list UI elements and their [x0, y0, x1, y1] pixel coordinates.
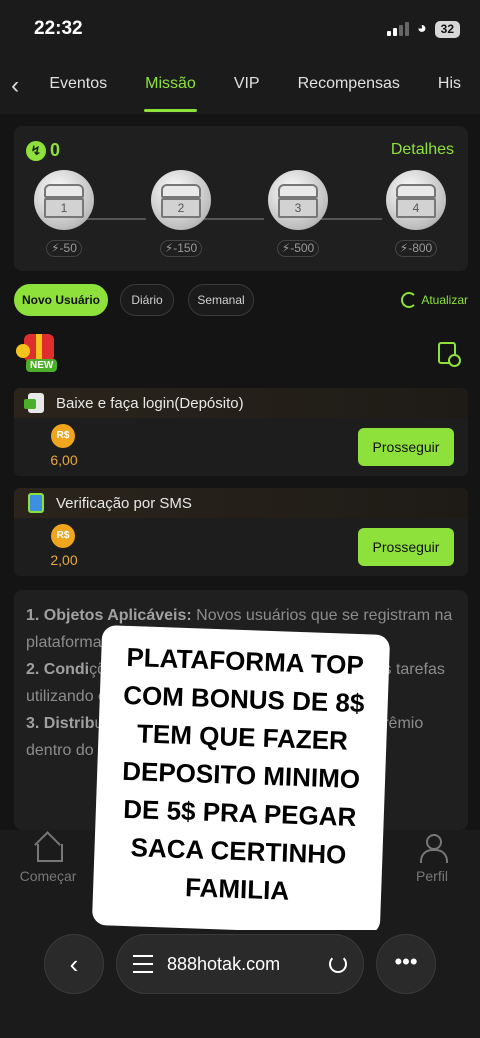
mission-filter: Novo Usuário Diário Semanal Atualizar	[14, 284, 468, 316]
chest-cost: ⚡-500	[276, 240, 320, 257]
chest-3[interactable]: 3 ⚡-500	[266, 170, 330, 257]
bolt-icon: ↯	[26, 140, 46, 161]
browser-back-button[interactable]: ‹	[44, 934, 104, 994]
refresh-button[interactable]: Atualizar	[401, 292, 468, 308]
points-value: 0	[50, 140, 61, 160]
filter-weekly[interactable]: Semanal	[188, 284, 254, 316]
task-body: R$ 6,00 Prosseguir	[14, 418, 468, 476]
nav-home-label: Começar	[19, 868, 77, 884]
task-body: R$ 2,00 Prosseguir	[14, 518, 468, 576]
refresh-icon	[401, 292, 418, 308]
proceed-button[interactable]: Prosseguir	[358, 428, 454, 466]
nav-profile[interactable]: Perfil	[392, 834, 472, 884]
points-display: ↯ 0	[26, 140, 60, 161]
new-user-gift-icon: NEW	[16, 332, 66, 376]
task-header: Verificação por SMS	[14, 488, 468, 518]
tab-vip[interactable]: VIP	[215, 58, 279, 114]
more-options-button[interactable]: •••	[376, 934, 436, 994]
task-title: Verificação por SMS	[56, 494, 192, 512]
tab-historico[interactable]: His	[419, 58, 480, 114]
caption-sticker: PLATAFORMA TOP COM BONUS DE 8$ TEM QUE F…	[91, 625, 391, 935]
rule-3-heading: 3. Distrib	[26, 715, 95, 732]
tab-missao[interactable]: Missão	[126, 58, 215, 114]
rule-2-heading: 2. Condi	[26, 661, 90, 678]
phone-sms-icon	[28, 493, 44, 513]
proceed-button[interactable]: Prosseguir	[358, 528, 454, 566]
chest-icon: 1	[34, 170, 94, 230]
browser-toolbar: ‹ 888hotak.com •••	[0, 930, 480, 1038]
chest-1[interactable]: 1 ⚡-50	[32, 170, 96, 257]
back-chevron-icon[interactable]: ‹	[0, 72, 30, 100]
status-icons: ◕ 32	[386, 20, 460, 38]
chest-4[interactable]: 4 ⚡-800	[384, 170, 448, 257]
chest-icon: 4	[386, 170, 446, 230]
details-link[interactable]: Detalhes	[391, 141, 454, 159]
real-coin-icon: R$	[51, 524, 75, 548]
wifi-icon: ◕	[416, 20, 427, 37]
reload-icon[interactable]	[329, 955, 347, 973]
chest-icon: 3	[268, 170, 328, 230]
download-icon	[24, 393, 44, 413]
task-header: Baixe e faça login(Depósito)	[14, 388, 468, 418]
url-text: 888hotak.com	[167, 953, 281, 974]
chest-2[interactable]: 2 ⚡-150	[149, 170, 213, 257]
tab-recompensas[interactable]: Recompensas	[279, 58, 419, 114]
status-bar: 22:32 ◕ 32	[0, 0, 480, 58]
home-icon	[34, 834, 63, 862]
task-reward: 2,00	[50, 552, 78, 568]
user-icon	[418, 834, 448, 863]
real-coin-icon: R$	[51, 424, 75, 448]
chest-cost: ⚡-50	[46, 240, 82, 257]
task-reward: 6,00	[50, 452, 78, 468]
task-title: Baixe e faça login(Depósito)	[56, 394, 244, 412]
refresh-label: Atualizar	[421, 293, 468, 307]
filter-new-user[interactable]: Novo Usuário	[14, 284, 108, 316]
filter-daily[interactable]: Diário	[120, 284, 174, 316]
task-card: Verificação por SMS R$ 2,00 Prosseguir	[14, 488, 468, 576]
tab-eventos[interactable]: Eventos	[30, 58, 126, 114]
reward-panel: ↯ 0 Detalhes 1 ⚡-50 2 ⚡-150 3 ⚡-500 4 ⚡-…	[14, 126, 468, 271]
tab-bar: ‹ Eventos Missão VIP Recompensas His	[0, 58, 480, 114]
address-bar[interactable]: 888hotak.com	[116, 934, 364, 994]
chest-cost: ⚡-150	[159, 240, 203, 257]
nav-home[interactable]: Começar	[8, 834, 88, 884]
chest-cost: ⚡-800	[394, 240, 438, 257]
clock: 22:32	[34, 18, 83, 39]
signal-icon	[386, 22, 409, 36]
battery-icon: 32	[434, 20, 460, 38]
rule-1-heading: 1. Objetos Aplicáveis:	[26, 607, 192, 624]
new-badge: NEW	[26, 359, 58, 372]
task-card: Baixe e faça login(Depósito) R$ 6,00 Pro…	[14, 388, 468, 476]
tabs-icon	[133, 955, 153, 973]
record-doc-icon[interactable]	[438, 342, 461, 367]
chest-icon: 2	[151, 170, 211, 230]
nav-profile-label: Perfil	[416, 868, 448, 884]
